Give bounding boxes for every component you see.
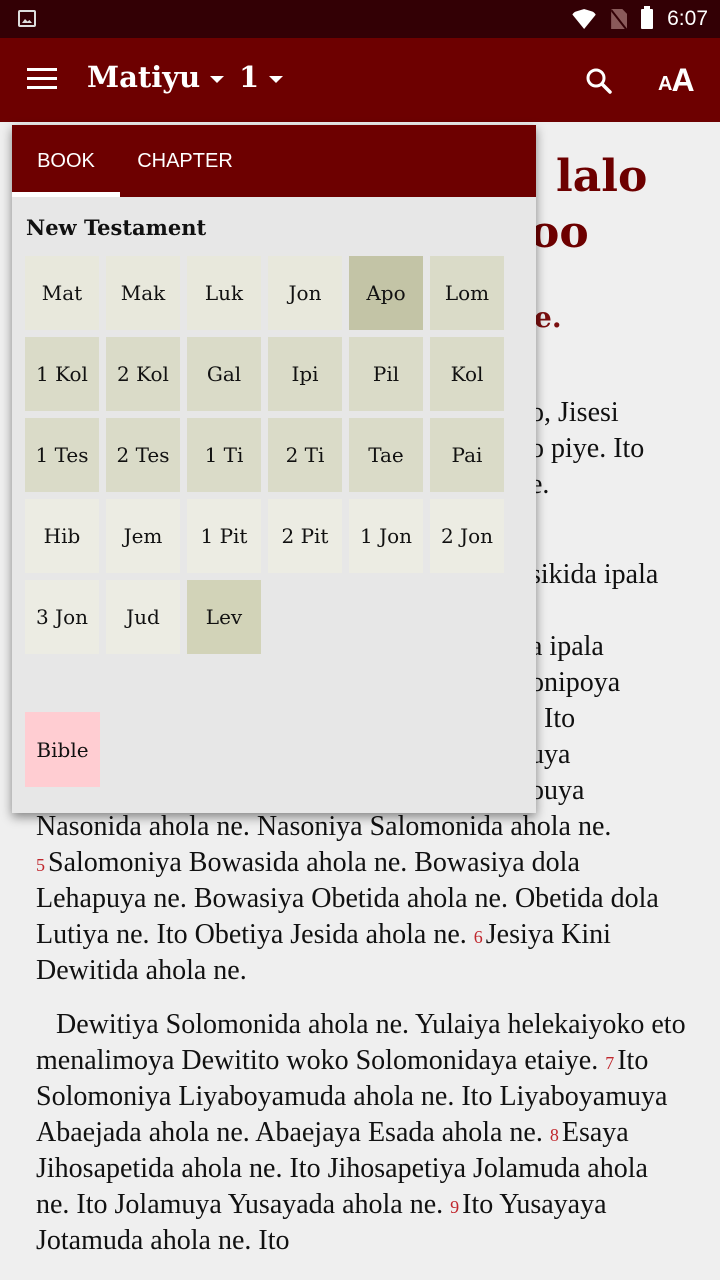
book-cell[interactable]: 1 Jon: [349, 499, 423, 573]
battery-icon: [641, 6, 654, 29]
bible-button[interactable]: Bible: [25, 712, 100, 787]
partial-line: a ipala: [530, 631, 604, 662]
book-cell[interactable]: Kol: [430, 337, 504, 411]
book-cell[interactable]: 3 Jon: [25, 580, 99, 654]
book-cell[interactable]: Mat: [25, 256, 99, 330]
tab-chapter[interactable]: CHAPTER: [120, 125, 250, 197]
menu-icon[interactable]: [27, 68, 57, 90]
book-cell[interactable]: Pai: [430, 418, 504, 492]
book-cell[interactable]: Hib: [25, 499, 99, 573]
wifi-icon: [571, 9, 598, 29]
section-title: New Testament: [26, 215, 207, 240]
partial-line: sikida ipala: [530, 559, 659, 590]
no-sim-icon: [611, 9, 628, 29]
tab-book[interactable]: BOOK: [12, 125, 120, 197]
subheading-fragment: e.: [534, 301, 562, 334]
font-size-icon[interactable]: A A: [658, 62, 695, 96]
verse-number: 7: [605, 1053, 615, 1073]
book-cell[interactable]: 1 Pit: [187, 499, 261, 573]
partial-line: e.: [530, 469, 550, 500]
chapter-number: 1: [239, 60, 260, 94]
verse-number: 8: [549, 1125, 559, 1145]
book-cell[interactable]: 1 Kol: [25, 337, 99, 411]
partial-line: o piye. Ito: [530, 433, 645, 464]
book-cell[interactable]: Mak: [106, 256, 180, 330]
book-cell[interactable]: Gal: [187, 337, 261, 411]
book-cell[interactable]: 2 Pit: [268, 499, 342, 573]
heading-fragment: oo: [530, 207, 589, 258]
book-cell[interactable]: Pil: [349, 337, 423, 411]
book-name: Matiyu: [87, 60, 201, 94]
clock: 6:07: [667, 7, 708, 30]
partial-line: o, Jisesi: [530, 397, 619, 428]
app-bar: Matiyu 1 A A: [0, 38, 720, 122]
book-cell[interactable]: Jon: [268, 256, 342, 330]
verse-number: 9: [450, 1197, 460, 1217]
partial-line: uya: [530, 739, 571, 770]
search-icon[interactable]: [584, 66, 614, 96]
book-cell[interactable]: Lev: [187, 580, 261, 654]
book-cell[interactable]: Lom: [430, 256, 504, 330]
book-cell[interactable]: 2 Jon: [430, 499, 504, 573]
book-picker-popup: BOOK CHAPTER New Testament Mat Mak Luk Jon A…: [12, 125, 536, 813]
book-cell[interactable]: 2 Ti: [268, 418, 342, 492]
partial-line: onipoya: [530, 667, 621, 698]
paragraph: Nasonida ahola ne. Nasoniya Salomonida a…: [36, 811, 659, 986]
book-cell[interactable]: Tae: [349, 418, 423, 492]
picker-tabs: BOOK CHAPTER: [12, 125, 536, 197]
book-cell[interactable]: 1 Tes: [25, 418, 99, 492]
status-bar: 6:07: [0, 0, 720, 38]
chapter-selector[interactable]: 1: [239, 60, 284, 94]
book-grid: Mat Mak Luk Jon Apo Lom 1 Kol 2 Kol Gal Ipi Pil Kol…: [25, 256, 515, 654]
verse-number: 6: [473, 927, 483, 947]
book-cell[interactable]: Luk: [187, 256, 261, 330]
book-cell[interactable]: 2 Kol: [106, 337, 180, 411]
book-cell[interactable]: 2 Tes: [106, 418, 180, 492]
book-cell[interactable]: Jem: [106, 499, 180, 573]
verse-number: 5: [36, 855, 45, 875]
partial-line: . Ito: [530, 703, 576, 734]
image-notification-icon: [18, 10, 36, 27]
book-cell[interactable]: Jud: [106, 580, 180, 654]
status-icons: 6:07: [571, 0, 708, 38]
book-cell[interactable]: Apo: [349, 256, 423, 330]
chapter-dropdown-icon: [269, 75, 284, 83]
book-dropdown-icon: [210, 75, 225, 83]
paragraph: Dewitiya Solomonida ahola ne. Yulaiya he…: [36, 1009, 686, 1256]
heading-fragment: lalo: [556, 151, 648, 202]
active-tab-indicator: [12, 192, 120, 197]
book-cell[interactable]: 1 Ti: [187, 418, 261, 492]
book-cell[interactable]: Ipi: [268, 337, 342, 411]
partial-line: ouya: [530, 775, 585, 806]
book-selector[interactable]: Matiyu: [87, 60, 225, 94]
